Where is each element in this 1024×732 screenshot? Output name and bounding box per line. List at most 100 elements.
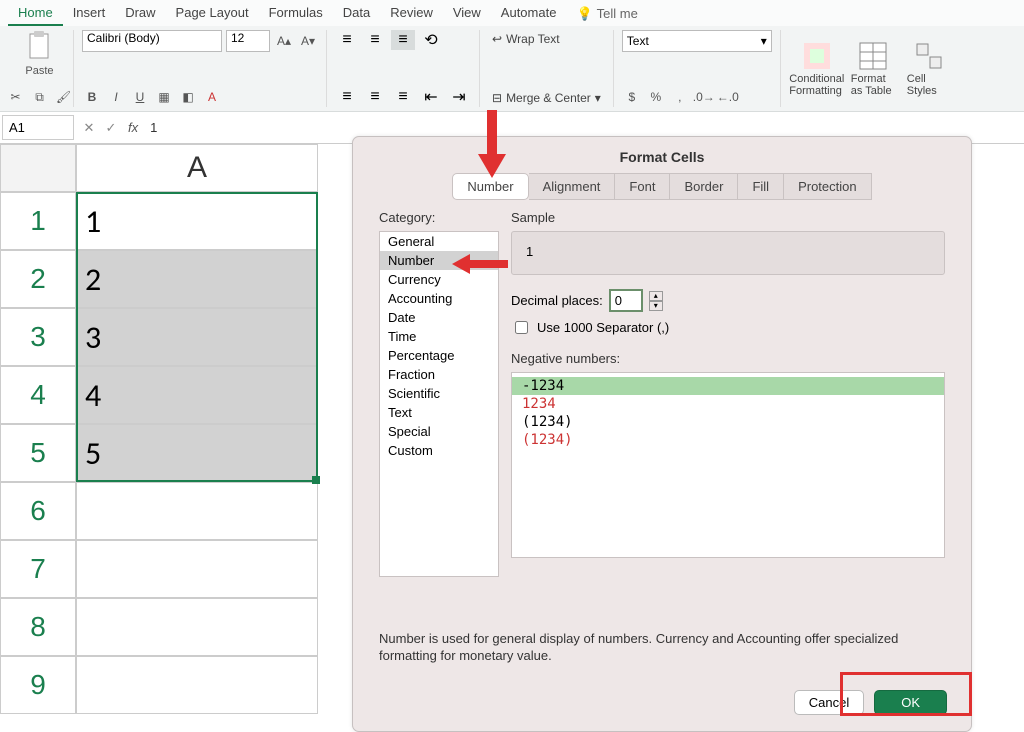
comma-button[interactable]: , [670, 87, 690, 107]
decrease-decimal-icon[interactable]: ←.0 [718, 87, 738, 107]
negative-numbers-list[interactable]: -12341234(1234)(1234) [511, 372, 945, 558]
orientation-icon[interactable]: ⟲ [419, 30, 443, 50]
tab-page-layout[interactable]: Page Layout [166, 1, 259, 26]
column-header-a[interactable]: A [76, 144, 318, 192]
decimal-stepper[interactable]: ▴ ▾ [649, 291, 663, 311]
align-bottom-icon[interactable]: ≡ [391, 30, 415, 50]
align-middle-icon[interactable]: ≡ [363, 30, 387, 50]
row-header[interactable]: 7 [0, 540, 76, 598]
row-header[interactable]: 1 [0, 192, 76, 250]
conditional-formatting-button[interactable]: Conditional Formatting [789, 30, 845, 107]
wrap-text-button[interactable]: ↩ Wrap Text [488, 30, 605, 48]
tab-insert[interactable]: Insert [63, 1, 116, 26]
cell[interactable]: 4 [76, 366, 318, 424]
dialog-tab-font[interactable]: Font [615, 173, 670, 200]
thousand-separator-checkbox[interactable] [515, 321, 528, 334]
wrap-text-icon: ↩ [492, 32, 502, 46]
cancel-formula-icon[interactable]: ✕ [78, 120, 100, 136]
name-box[interactable]: A1 [2, 115, 74, 140]
row-header[interactable]: 9 [0, 656, 76, 714]
negative-item[interactable]: -1234 [512, 377, 944, 395]
tell-me[interactable]: 💡 Tell me [566, 1, 647, 26]
formula-value[interactable]: 1 [144, 120, 163, 135]
cut-icon[interactable]: ✂ [6, 87, 26, 107]
underline-button[interactable]: U [130, 87, 150, 107]
stepper-up-icon[interactable]: ▴ [649, 291, 663, 301]
category-item[interactable]: Special [380, 422, 498, 441]
align-center-icon[interactable]: ≡ [363, 87, 387, 107]
row-header[interactable]: 5 [0, 424, 76, 482]
percent-button[interactable]: % [646, 87, 666, 107]
fx-icon[interactable]: fx [122, 120, 144, 135]
tab-formulas[interactable]: Formulas [259, 1, 333, 26]
number-format-select[interactable]: Text ▾ [622, 30, 772, 52]
decimal-places-input[interactable] [609, 289, 643, 312]
cell[interactable]: 1 [76, 192, 318, 250]
category-item[interactable]: Percentage [380, 346, 498, 365]
align-left-icon[interactable]: ≡ [335, 87, 359, 107]
font-size-select[interactable]: 12 [226, 30, 270, 52]
select-all-corner[interactable] [0, 144, 76, 192]
merge-center-button[interactable]: ⊟ Merge & Center ▾ [488, 89, 605, 107]
increase-font-icon[interactable]: A▴ [274, 31, 294, 51]
row-header[interactable]: 6 [0, 482, 76, 540]
format-as-table-button[interactable]: Format as Table [845, 30, 901, 107]
row-header[interactable]: 3 [0, 308, 76, 366]
format-painter-icon[interactable]: 🖌 [54, 87, 74, 107]
enter-formula-icon[interactable]: ✓ [100, 120, 122, 136]
dialog-tab-fill[interactable]: Fill [738, 173, 784, 200]
negative-item[interactable]: (1234) [512, 431, 944, 449]
cell[interactable]: 5 [76, 424, 318, 482]
copy-icon[interactable]: ⧉ [30, 87, 50, 107]
category-item[interactable]: General [380, 232, 498, 251]
cell[interactable] [76, 598, 318, 656]
tab-draw[interactable]: Draw [115, 1, 165, 26]
currency-button[interactable]: $ [622, 87, 642, 107]
align-right-icon[interactable]: ≡ [391, 87, 415, 107]
align-top-icon[interactable]: ≡ [335, 30, 359, 50]
fill-color-button[interactable]: ◧ [178, 87, 198, 107]
category-item[interactable]: Date [380, 308, 498, 327]
font-color-button[interactable]: A [202, 87, 222, 107]
category-item[interactable]: Accounting [380, 289, 498, 308]
decimal-places-label: Decimal places: [511, 293, 603, 308]
row-header[interactable]: 2 [0, 250, 76, 308]
decrease-font-icon[interactable]: A▾ [298, 31, 318, 51]
row-header[interactable]: 4 [0, 366, 76, 424]
sample-label: Sample [511, 210, 945, 225]
stepper-down-icon[interactable]: ▾ [649, 301, 663, 311]
italic-button[interactable]: I [106, 87, 126, 107]
tab-view[interactable]: View [443, 1, 491, 26]
category-list[interactable]: GeneralNumberCurrencyAccountingDateTimeP… [379, 231, 499, 577]
dialog-tab-alignment[interactable]: Alignment [529, 173, 616, 200]
cell[interactable]: 3 [76, 308, 318, 366]
increase-indent-icon[interactable]: ⇥ [447, 87, 471, 107]
decrease-indent-icon[interactable]: ⇤ [419, 87, 443, 107]
cell-styles-button[interactable]: Cell Styles [901, 30, 957, 107]
tab-review[interactable]: Review [380, 1, 443, 26]
category-item[interactable]: Time [380, 327, 498, 346]
cell[interactable] [76, 540, 318, 598]
bulb-icon: 💡 [576, 6, 592, 22]
bold-button[interactable]: B [82, 87, 102, 107]
paste-button[interactable]: Paste [25, 30, 53, 77]
cell[interactable] [76, 656, 318, 714]
font-name-select[interactable]: Calibri (Body) [82, 30, 222, 52]
category-item[interactable]: Fraction [380, 365, 498, 384]
increase-decimal-icon[interactable]: .0→ [694, 87, 714, 107]
cell[interactable] [76, 482, 318, 540]
dialog-tab-protection[interactable]: Protection [784, 173, 872, 200]
category-item[interactable]: Scientific [380, 384, 498, 403]
dialog-tab-border[interactable]: Border [670, 173, 738, 200]
row-header[interactable]: 8 [0, 598, 76, 656]
category-item[interactable]: Custom [380, 441, 498, 460]
border-button[interactable]: ▦ [154, 87, 174, 107]
tab-data[interactable]: Data [333, 1, 380, 26]
tab-automate[interactable]: Automate [491, 1, 567, 26]
clipboard-icon [26, 30, 52, 60]
cell[interactable]: 2 [76, 250, 318, 308]
category-item[interactable]: Text [380, 403, 498, 422]
negative-item[interactable]: 1234 [512, 395, 944, 413]
negative-item[interactable]: (1234) [512, 413, 944, 431]
tab-home[interactable]: Home [8, 1, 63, 26]
